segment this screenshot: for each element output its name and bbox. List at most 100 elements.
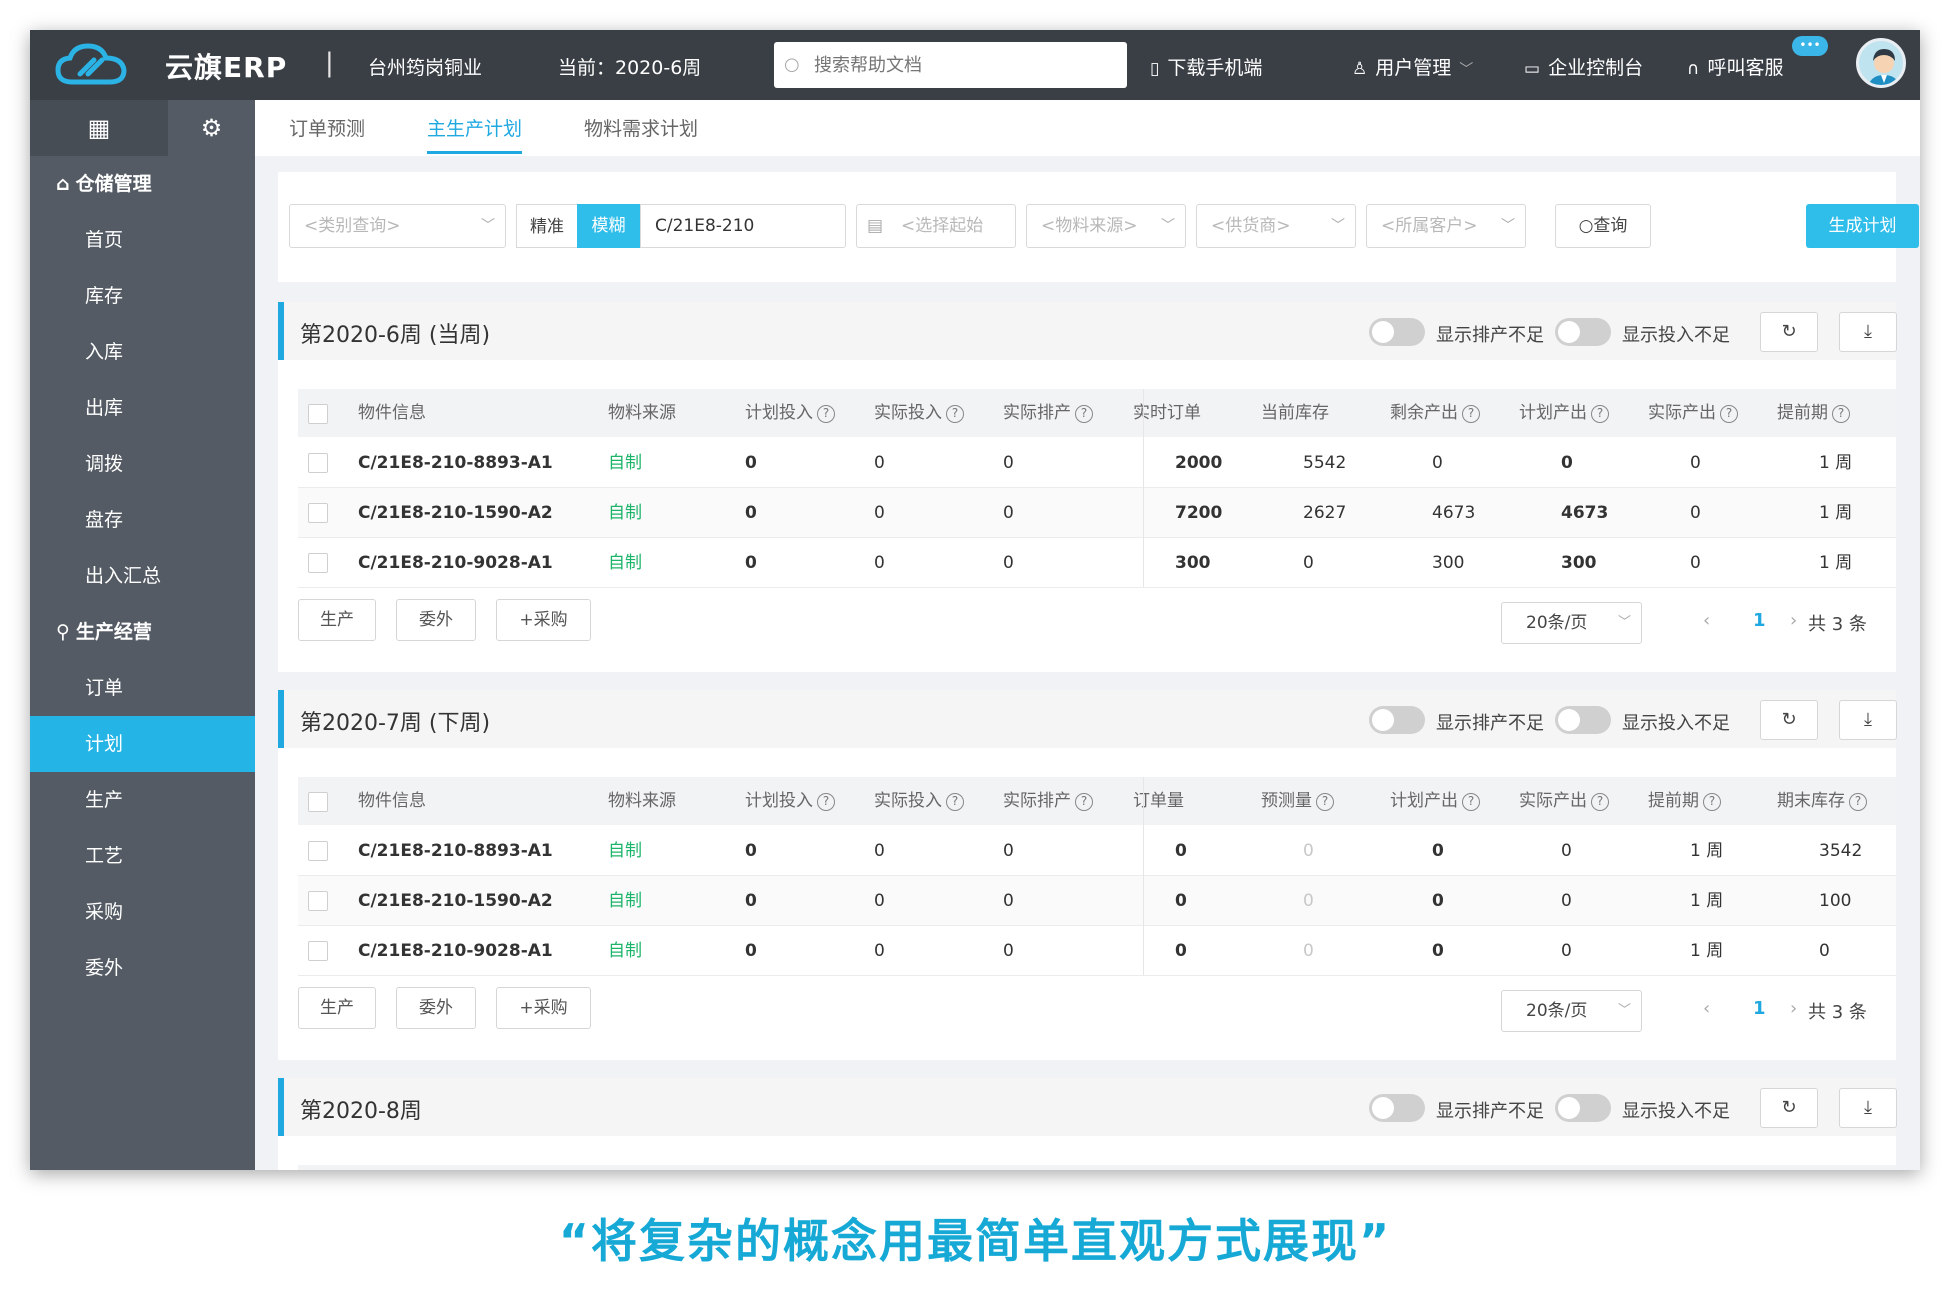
sidebar-item-stocktake[interactable]: 盘存 — [30, 492, 255, 548]
table-row[interactable]: C/21E8-210-1590-A2 自制 0 0 0 0 0 0 0 1 周 … — [298, 876, 1896, 926]
cell: 0 — [1003, 941, 1014, 961]
help-search[interactable]: ○ — [774, 42, 1127, 88]
prev-page-icon[interactable]: ‹ — [1703, 998, 1710, 1019]
customer-select[interactable]: <所属客户> ﹀ — [1366, 204, 1526, 248]
supplier-select[interactable]: <供货商> ﹀ — [1196, 204, 1356, 248]
sidebar-item-io-summary[interactable]: 出入汇总 — [30, 548, 255, 604]
tab-order-forecast[interactable]: 订单预测 — [289, 114, 365, 151]
page-number[interactable]: 1 — [1753, 998, 1766, 1019]
start-date-picker[interactable]: ▤ <选择起始 — [856, 204, 1016, 248]
sidebar-group-warehouse[interactable]: ⌂ 仓储管理 — [30, 156, 255, 212]
row-checkbox[interactable] — [308, 503, 328, 523]
shortage-production-switch[interactable] — [1369, 1094, 1425, 1122]
help-search-input[interactable] — [814, 52, 1114, 78]
help-icon[interactable]: ? — [817, 793, 835, 811]
help-icon[interactable]: ? — [1849, 793, 1867, 811]
table-row[interactable]: C/21E8-210-9028-A1 自制 0 0 0 0 0 0 0 1 周 … — [298, 926, 1896, 976]
outsource-button[interactable]: 委外 — [396, 599, 476, 641]
help-icon[interactable]: ? — [946, 793, 964, 811]
enterprise-console-link[interactable]: ▭ 企业控制台 — [1524, 53, 1643, 80]
select-all-checkbox[interactable] — [308, 792, 328, 812]
help-icon[interactable]: ? — [1591, 793, 1609, 811]
download-icon[interactable]: ⤓ — [1839, 1088, 1897, 1128]
help-icon[interactable]: ? — [1591, 405, 1609, 423]
chat-bubble-icon[interactable]: ••• — [1792, 36, 1828, 56]
sidebar-item-outbound[interactable]: 出库 — [30, 380, 255, 436]
help-icon[interactable]: ? — [1703, 793, 1721, 811]
customer-service-link[interactable]: ∩ 呼叫客服 — [1687, 53, 1783, 80]
shortage-production-switch[interactable] — [1369, 318, 1425, 346]
exact-match-toggle[interactable]: 精准 — [516, 204, 577, 248]
monitor-icon: ▭ — [1524, 59, 1541, 79]
user-management-menu[interactable]: ♙ 用户管理 ﹀ — [1352, 53, 1473, 80]
keyword-input[interactable]: C/21E8-210 — [640, 204, 846, 248]
sidebar-item-plan[interactable]: 计划 — [30, 716, 255, 772]
purchase-button[interactable]: +采购 — [496, 987, 591, 1029]
sidebar-item-orders[interactable]: 订单 — [30, 660, 255, 716]
reload-icon[interactable]: ↻ — [1760, 700, 1818, 740]
download-icon[interactable]: ⤓ — [1839, 700, 1897, 740]
cell: 100 — [1819, 891, 1852, 911]
row-checkbox[interactable] — [308, 941, 328, 961]
sidebar-item-home[interactable]: 首页 — [30, 212, 255, 268]
sidebar-item-outsource[interactable]: 委外 — [30, 940, 255, 996]
sidebar-item-process[interactable]: 工艺 — [30, 828, 255, 884]
company-name[interactable]: 台州筠岗铜业 — [368, 53, 482, 80]
produce-button[interactable]: 生产 — [298, 599, 376, 641]
reload-icon[interactable]: ↻ — [1760, 1088, 1818, 1128]
cell: 2000 — [1175, 453, 1223, 473]
tab-master-production-plan[interactable]: 主生产计划 — [427, 114, 523, 154]
next-page-icon[interactable]: › — [1790, 610, 1797, 631]
download-mobile-link[interactable]: ▯ 下载手机端 — [1150, 53, 1262, 80]
shortage-input-switch[interactable] — [1555, 1094, 1611, 1122]
download-icon[interactable]: ⤓ — [1839, 312, 1897, 352]
help-icon[interactable]: ? — [1075, 793, 1093, 811]
shortage-input-switch[interactable] — [1555, 318, 1611, 346]
sidebar-item-inbound[interactable]: 入库 — [30, 324, 255, 380]
outsource-button[interactable]: 委外 — [396, 987, 476, 1029]
category-select[interactable]: <类别查询> ﹀ — [289, 204, 506, 248]
prev-page-icon[interactable]: ‹ — [1703, 610, 1710, 631]
help-icon[interactable]: ? — [817, 405, 835, 423]
page-number[interactable]: 1 — [1753, 610, 1766, 631]
table-row[interactable]: C/21E8-210-8893-A1 自制 0 0 0 0 0 0 0 1 周 … — [298, 826, 1896, 876]
sidebar-item-purchase[interactable]: 采购 — [30, 884, 255, 940]
help-icon[interactable]: ? — [1075, 405, 1093, 423]
table-row[interactable]: C/21E8-210-9028-A1 自制 0 0 0 300 0 300 30… — [298, 538, 1896, 588]
sidebar-group-production[interactable]: ⚲ 生产经营 — [30, 604, 255, 660]
sidebar-item-production[interactable]: 生产 — [30, 772, 255, 828]
help-icon[interactable]: ? — [1832, 405, 1850, 423]
column-header: 物件信息 — [358, 791, 426, 811]
row-checkbox[interactable] — [308, 453, 328, 473]
purchase-button[interactable]: +采购 — [496, 599, 591, 641]
user-avatar[interactable] — [1856, 38, 1906, 88]
help-icon[interactable]: ? — [1316, 793, 1334, 811]
help-icon[interactable]: ? — [1720, 405, 1738, 423]
help-icon[interactable]: ? — [1462, 405, 1480, 423]
select-all-checkbox[interactable] — [308, 404, 328, 424]
sidebar-item-inventory[interactable]: 库存 — [30, 268, 255, 324]
produce-button[interactable]: 生产 — [298, 987, 376, 1029]
help-icon[interactable]: ? — [1462, 793, 1480, 811]
shortage-input-switch[interactable] — [1555, 706, 1611, 734]
row-checkbox[interactable] — [308, 841, 328, 861]
grid-icon[interactable]: ▦ — [30, 100, 168, 156]
shortage-production-switch[interactable] — [1369, 706, 1425, 734]
next-page-icon[interactable]: › — [1790, 998, 1797, 1019]
gear-icon[interactable]: ⚙ — [168, 100, 255, 156]
row-checkbox[interactable] — [308, 553, 328, 573]
tab-material-requirement-plan[interactable]: 物料需求计划 — [584, 114, 698, 151]
sidebar-item-transfer[interactable]: 调拨 — [30, 436, 255, 492]
help-icon[interactable]: ? — [946, 405, 964, 423]
column-header: 实际产出? — [1519, 777, 1609, 825]
reload-icon[interactable]: ↻ — [1760, 312, 1818, 352]
query-button[interactable]: ○查询 — [1555, 204, 1651, 248]
page-size-select[interactable]: 20条/页 ﹀ — [1501, 602, 1642, 644]
page-size-select[interactable]: 20条/页 ﹀ — [1501, 990, 1642, 1032]
generate-plan-button[interactable]: 生成计划 — [1806, 204, 1919, 248]
row-checkbox[interactable] — [308, 891, 328, 911]
material-source-select[interactable]: <物料来源> ﹀ — [1026, 204, 1186, 248]
table-row[interactable]: C/21E8-210-1590-A2 自制 0 0 0 7200 2627 46… — [298, 488, 1896, 538]
table-row[interactable]: C/21E8-210-8893-A1 自制 0 0 0 2000 5542 0 … — [298, 438, 1896, 488]
fuzzy-match-toggle[interactable]: 模糊 — [577, 204, 640, 248]
